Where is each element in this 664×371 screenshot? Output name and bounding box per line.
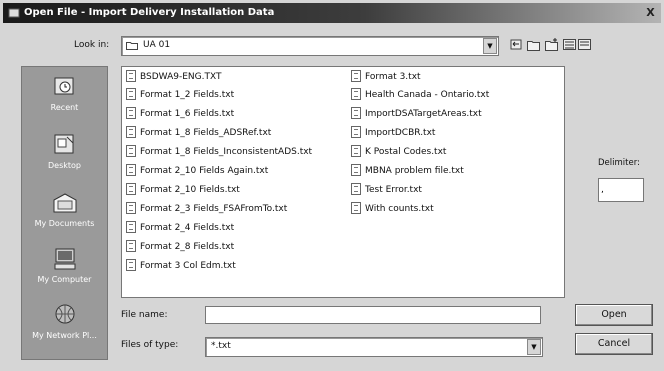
file-list[interactable]: BSDWA9-ENG.TXT Format 1_2 Fields.txt For… <box>121 66 565 298</box>
file-type-value: *.txt <box>211 341 231 351</box>
place-desktop[interactable]: Desktop <box>22 133 107 170</box>
delimiter-input[interactable] <box>598 178 644 202</box>
file-name-input[interactable] <box>205 306 541 324</box>
list-item[interactable]: Format 1_8 Fields_InconsistentADS.txt <box>126 144 312 159</box>
text-file-icon <box>351 87 361 100</box>
place-my-documents-label: My Documents <box>34 219 95 228</box>
delimiter-label: Delimiter: <box>598 158 640 168</box>
text-file-icon <box>351 163 361 176</box>
text-file-icon <box>351 69 361 82</box>
place-network[interactable]: My Network Pl... <box>22 303 107 340</box>
list-item[interactable]: ImportDCBR.txt <box>351 125 435 140</box>
list-item[interactable]: Health Canada - Ontario.txt <box>351 87 489 102</box>
list-item[interactable]: Format 1_2 Fields.txt <box>126 87 234 102</box>
list-item[interactable]: MBNA problem file.txt <box>351 163 464 178</box>
list-item[interactable]: Format 2_3 Fields_FSAFromTo.txt <box>126 201 287 216</box>
list-item[interactable]: Format 3 Col Edm.txt <box>126 258 236 273</box>
my-computer-icon <box>54 248 75 270</box>
new-folder-icon[interactable] <box>544 37 560 52</box>
place-my-computer-label: My Computer <box>37 275 92 284</box>
network-icon <box>55 304 74 324</box>
place-recent[interactable]: Recent <box>22 75 107 112</box>
view-menu-icon[interactable] <box>562 37 592 52</box>
chevron-down-icon[interactable]: ▼ <box>483 38 497 54</box>
text-file-icon <box>126 220 136 233</box>
text-file-icon <box>126 182 136 195</box>
text-file-icon <box>126 144 136 157</box>
cancel-button[interactable]: Cancel <box>575 333 653 355</box>
text-file-icon <box>126 106 136 119</box>
file-name-label: File name: <box>121 310 168 320</box>
list-item[interactable]: BSDWA9-ENG.TXT <box>126 69 221 84</box>
list-item[interactable]: Format 2_4 Fields.txt <box>126 220 234 235</box>
file-type-label: Files of type: <box>121 340 179 350</box>
up-folder-icon[interactable] <box>526 37 542 52</box>
place-network-label: My Network Pl... <box>32 331 97 340</box>
open-button[interactable]: Open <box>575 304 653 326</box>
title-bar: Open File - Import Delivery Installation… <box>3 3 661 23</box>
text-file-icon <box>126 258 136 271</box>
list-item[interactable]: K Postal Codes.txt <box>351 144 446 159</box>
back-icon[interactable] <box>509 37 525 52</box>
look-in-dropdown[interactable]: UA 01 ▼ <box>121 36 499 56</box>
place-my-documents[interactable]: My Documents <box>22 191 107 228</box>
text-file-icon <box>126 69 136 82</box>
text-file-icon <box>351 125 361 138</box>
file-type-dropdown[interactable]: *.txt ▼ <box>205 337 543 357</box>
text-file-icon <box>351 106 361 119</box>
look-in-value: UA 01 <box>143 40 171 50</box>
text-file-icon <box>351 182 361 195</box>
list-item[interactable]: Test Error.txt <box>351 182 422 197</box>
app-icon <box>8 8 20 18</box>
text-file-icon <box>126 201 136 214</box>
recent-icon <box>54 77 73 95</box>
look-in-label: Look in: <box>74 40 110 50</box>
place-recent-label: Recent <box>50 103 79 112</box>
text-file-icon <box>126 125 136 138</box>
text-file-icon <box>126 87 136 100</box>
text-file-icon <box>351 144 361 157</box>
list-item[interactable]: With counts.txt <box>351 201 434 216</box>
place-my-computer[interactable]: My Computer <box>22 247 107 284</box>
list-item[interactable]: Format 2_10 Fields Again.txt <box>126 163 268 178</box>
list-item[interactable]: ImportDSATargetAreas.txt <box>351 106 482 121</box>
list-item[interactable]: Format 3.txt <box>351 69 421 84</box>
desktop-icon <box>54 134 73 154</box>
text-file-icon <box>351 201 361 214</box>
folder-icon <box>126 42 138 50</box>
window-title: Open File - Import Delivery Installation… <box>24 7 275 18</box>
list-item[interactable]: Format 1_8 Fields_ADSRef.txt <box>126 125 271 140</box>
list-item[interactable]: Format 2_10 Fields.txt <box>126 182 240 197</box>
text-file-icon <box>126 239 136 252</box>
list-item[interactable]: Format 1_6 Fields.txt <box>126 106 234 121</box>
chevron-down-icon[interactable]: ▼ <box>527 339 541 355</box>
close-icon[interactable]: X <box>643 6 658 19</box>
places-bar: Recent Desktop My Documents My Computer … <box>21 66 108 360</box>
place-desktop-label: Desktop <box>48 161 81 170</box>
list-item[interactable]: Format 2_8 Fields.txt <box>126 239 234 254</box>
text-file-icon <box>126 163 136 176</box>
my-documents-icon <box>53 193 76 213</box>
